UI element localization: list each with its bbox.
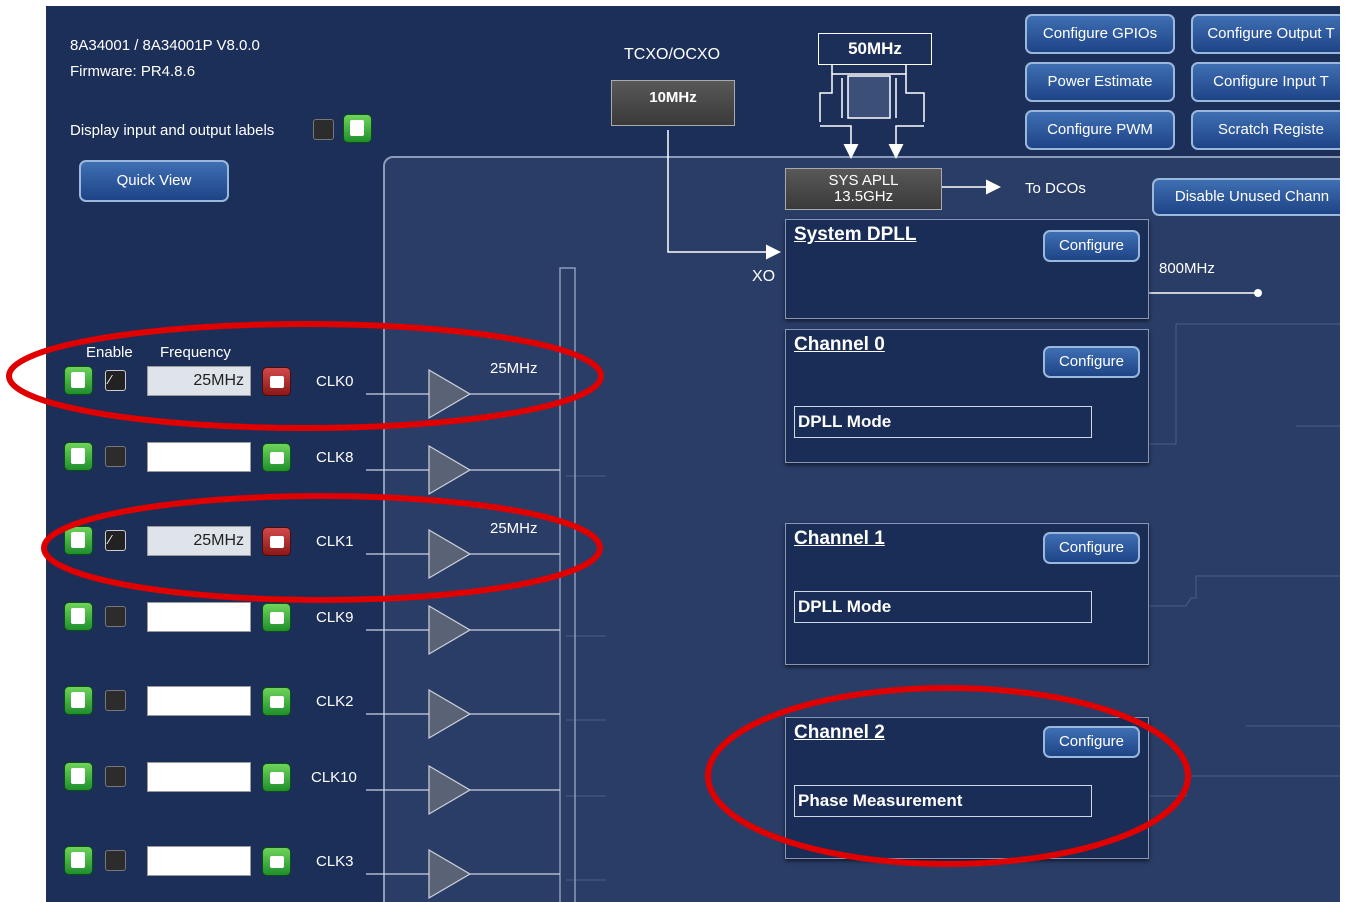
lock-icon [270, 536, 284, 548]
device-model: 8A34001 / 8A34001P V8.0.0 [70, 37, 260, 54]
clk8-lock-button[interactable] [262, 443, 291, 472]
app-window: 8A34001 / 8A34001P V8.0.0 Firmware: PR4.… [46, 6, 1340, 902]
clk3-checkbox[interactable] [105, 850, 126, 871]
crystal-frequency: 50MHz [818, 33, 932, 65]
oscillator-title: TCXO/OCXO [624, 46, 721, 63]
channel-2-title[interactable]: Channel 2 [794, 722, 885, 744]
channel-1-title[interactable]: Channel 1 [794, 528, 885, 550]
clk9-label: CLK9 [316, 609, 354, 626]
system-dpll-title[interactable]: System DPLL [794, 224, 916, 246]
channel-1-panel: Channel 1 Configure DPLL Mode [785, 523, 1149, 665]
configure-pwm-button[interactable]: Configure PWM [1025, 110, 1175, 150]
unlock-icon [270, 612, 284, 624]
channel-2-mode: Phase Measurement [794, 785, 1092, 817]
clk10-frequency-input[interactable] [147, 762, 251, 792]
clk8-label: CLK8 [316, 449, 354, 466]
unlock-icon [71, 852, 85, 868]
configure-input-button[interactable]: Configure Input T [1191, 62, 1340, 102]
clk1-label: CLK1 [316, 533, 354, 550]
sys-apll-box: SYS APLL 13.5GHz [785, 168, 942, 210]
channel-0-configure-button[interactable]: Configure [1043, 346, 1140, 378]
channel-1-mode: DPLL Mode [794, 591, 1092, 623]
channel-0-title[interactable]: Channel 0 [794, 334, 885, 356]
unlock-icon [350, 120, 364, 136]
clk2-label: CLK2 [316, 693, 354, 710]
clk9-lock-button[interactable] [262, 603, 291, 632]
sys-apll-frequency: 13.5GHz [833, 188, 894, 205]
system-dpll-output-frequency: 800MHz [1159, 260, 1215, 277]
xo-label: XO [752, 268, 776, 285]
clk1-frequency-input[interactable]: 25MHz [147, 526, 251, 556]
unlock-icon [71, 692, 85, 708]
unlock-icon [270, 772, 284, 784]
system-dpll-configure-button[interactable]: Configure [1043, 230, 1140, 262]
clk2-frequency-input[interactable] [147, 686, 251, 716]
clk0-annotation-frequency: 25MHz [490, 360, 538, 377]
clk2-checkbox[interactable] [105, 690, 126, 711]
disable-unused-channels-button[interactable]: Disable Unused Chann [1152, 178, 1340, 216]
clk0-lock-button[interactable] [262, 367, 291, 396]
clk0-frequency-input[interactable]: 25MHz [147, 366, 251, 396]
display-labels-text: Display input and output labels [70, 122, 275, 139]
unlock-icon [71, 372, 85, 388]
to-dcos-label: To DCOs [1025, 180, 1086, 197]
clk1-enable-button[interactable] [64, 526, 93, 555]
display-labels-checkbox[interactable] [313, 119, 334, 140]
enable-column-header: Enable [86, 344, 133, 361]
firmware-version: Firmware: PR4.8.6 [70, 63, 196, 80]
lock-icon [270, 376, 284, 388]
unlock-icon [270, 452, 284, 464]
scratch-registers-button[interactable]: Scratch Registe [1191, 110, 1340, 150]
system-dpll-panel: System DPLL Configure [785, 219, 1149, 319]
channel-2-configure-button[interactable]: Configure [1043, 726, 1140, 758]
clk0-enable-button[interactable] [64, 366, 93, 395]
clk3-frequency-input[interactable] [147, 846, 251, 876]
clk9-frequency-input[interactable] [147, 602, 251, 632]
channel-1-configure-button[interactable]: Configure [1043, 532, 1140, 564]
channel-0-panel: Channel 0 Configure DPLL Mode [785, 329, 1149, 463]
frequency-column-header: Frequency [160, 344, 231, 361]
clk8-frequency-input[interactable] [147, 442, 251, 472]
configure-gpios-button[interactable]: Configure GPIOs [1025, 14, 1175, 54]
clk3-label: CLK3 [316, 853, 354, 870]
oscillator-frequency: 10MHz [611, 80, 735, 126]
clk9-enable-button[interactable] [64, 602, 93, 631]
clk10-lock-button[interactable] [262, 763, 291, 792]
unlock-icon [71, 532, 85, 548]
clk8-checkbox[interactable] [105, 446, 126, 467]
quick-view-button[interactable]: Quick View [79, 160, 229, 202]
channel-2-panel: Channel 2 Configure Phase Measurement [785, 717, 1149, 859]
clk3-enable-button[interactable] [64, 846, 93, 875]
clk1-checkbox[interactable]: ∕ [105, 530, 126, 551]
clk1-annotation-frequency: 25MHz [490, 520, 538, 537]
clk0-checkbox[interactable]: ∕ [105, 370, 126, 391]
clk0-label: CLK0 [316, 373, 354, 390]
clk3-lock-button[interactable] [262, 847, 291, 876]
display-labels-lock-button[interactable] [343, 114, 372, 143]
unlock-icon [71, 608, 85, 624]
checkmark-icon: ∕ [109, 532, 112, 547]
clk10-label: CLK10 [311, 769, 357, 786]
clk9-checkbox[interactable] [105, 606, 126, 627]
clk8-enable-button[interactable] [64, 442, 93, 471]
clk10-checkbox[interactable] [105, 766, 126, 787]
clk2-lock-button[interactable] [262, 687, 291, 716]
unlock-icon [270, 856, 284, 868]
power-estimate-button[interactable]: Power Estimate [1025, 62, 1175, 102]
clk2-enable-button[interactable] [64, 686, 93, 715]
clk1-lock-button[interactable] [262, 527, 291, 556]
sys-apll-label: SYS APLL [828, 172, 899, 189]
unlock-icon [71, 448, 85, 464]
clk10-enable-button[interactable] [64, 762, 93, 791]
configure-output-button[interactable]: Configure Output T [1191, 14, 1340, 54]
checkmark-icon: ∕ [109, 372, 112, 387]
channel-0-mode: DPLL Mode [794, 406, 1092, 438]
unlock-icon [270, 696, 284, 708]
unlock-icon [71, 768, 85, 784]
